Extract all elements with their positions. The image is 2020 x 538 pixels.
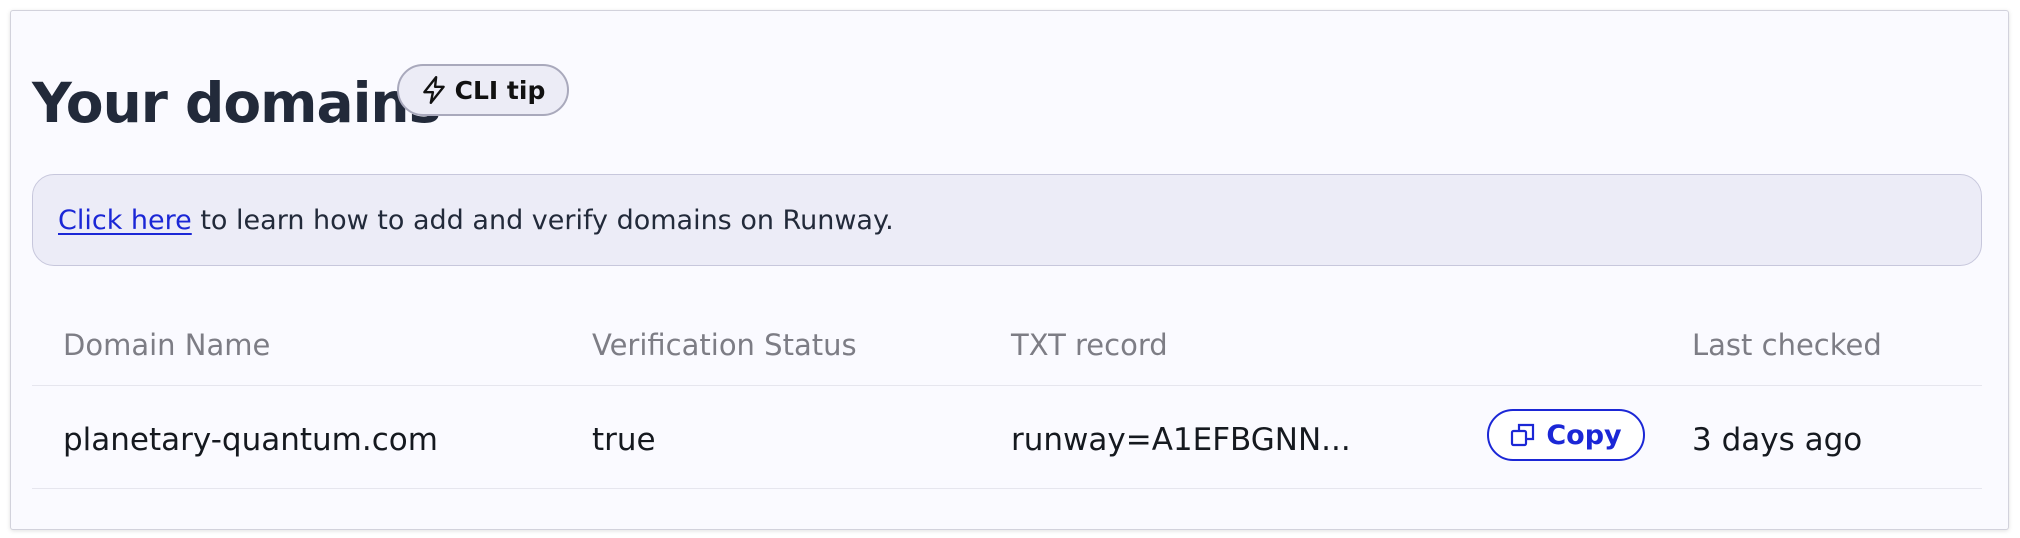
column-header-last-checked: Last checked: [1692, 328, 1882, 362]
last-checked-cell: 3 days ago: [1692, 422, 1863, 458]
domain-name-cell: planetary-quantum.com: [63, 422, 438, 458]
cli-tip-label: CLI tip: [454, 75, 546, 105]
copy-icon: [1510, 422, 1536, 448]
page-title: Your domains: [32, 71, 441, 135]
verification-status-cell: true: [592, 422, 656, 458]
domains-card: Your domains CLI tip Click here to learn…: [10, 10, 2009, 530]
table-header-row: Domain Name Verification Status TXT reco…: [32, 316, 1982, 386]
copy-label: Copy: [1546, 419, 1622, 451]
help-link[interactable]: Click here: [58, 205, 192, 236]
info-banner: Click here to learn how to add and verif…: [32, 174, 1982, 266]
cli-tip-button[interactable]: CLI tip: [397, 64, 569, 116]
column-header-domain-name: Domain Name: [63, 328, 271, 362]
copy-button[interactable]: Copy: [1487, 409, 1645, 461]
table-row: planetary-quantum.com true runway=A1EFBG…: [32, 386, 1982, 489]
txt-record-cell: runway=A1EFBGNN...: [1011, 422, 1351, 458]
info-banner-text: to learn how to add and verify domains o…: [191, 204, 894, 236]
lightning-icon: [421, 75, 447, 105]
column-header-verification-status: Verification Status: [592, 328, 857, 362]
column-header-txt-record: TXT record: [1011, 328, 1168, 362]
page-header: Your domains: [32, 66, 441, 140]
